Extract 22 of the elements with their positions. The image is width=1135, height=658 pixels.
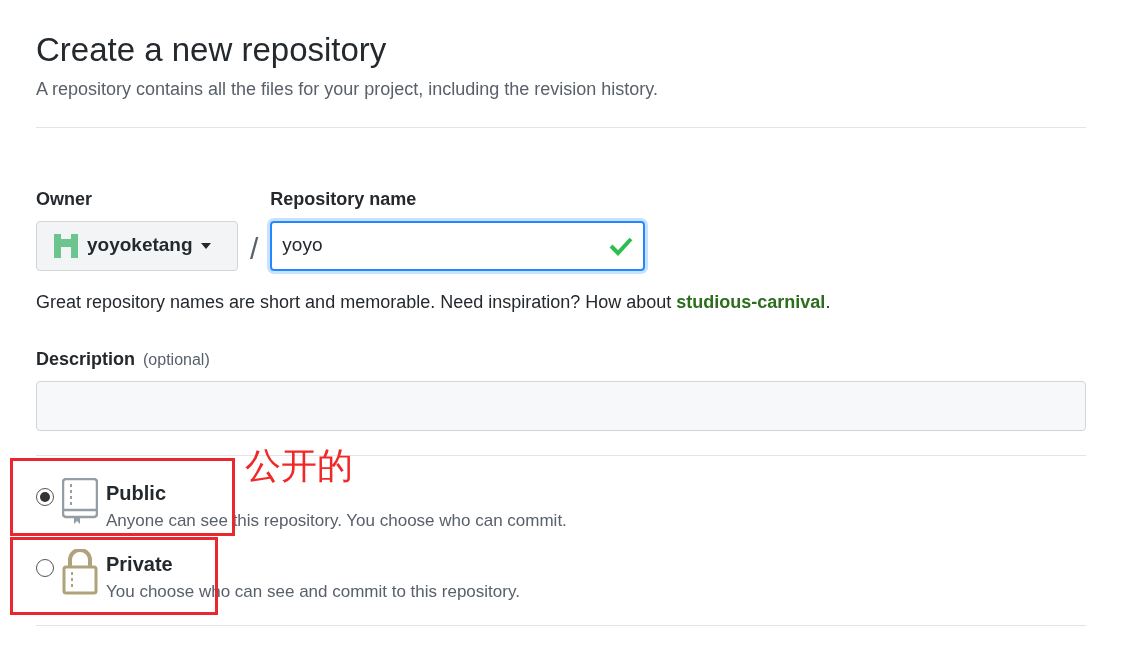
path-separator: / (249, 230, 260, 267)
book-icon (62, 477, 98, 524)
option-title: Private (106, 552, 174, 578)
radio-button[interactable] (36, 487, 54, 506)
avatar-icon (53, 232, 79, 259)
owner-label: Owner (36, 187, 93, 211)
page-title: Create a new repository (36, 30, 388, 70)
radio-button[interactable] (36, 559, 54, 578)
field-value: yoyo (282, 233, 323, 258)
option-title: Public (106, 480, 167, 506)
suggested-name-link[interactable]: studious-carnival (676, 291, 826, 312)
annotation-text: 公开的 (245, 447, 353, 484)
lock-icon (62, 549, 98, 596)
name-hint: Great repository names are short and memorable. Need inspiration? How about studious-carnival. (36, 290, 832, 314)
description-label: Description (36, 347, 136, 371)
owner-dropdown[interactable]: yoyoketang (36, 220, 238, 271)
description-field[interactable] (36, 380, 1086, 431)
caret-icon (200, 242, 211, 249)
repository-name-label: Repository name (270, 187, 418, 211)
repository-name-field[interactable]: yoyo (270, 220, 646, 271)
optional-note: (optional) (143, 349, 210, 370)
page-subtitle: A repository contains all the files for your project, including the revision history. (36, 77, 659, 101)
